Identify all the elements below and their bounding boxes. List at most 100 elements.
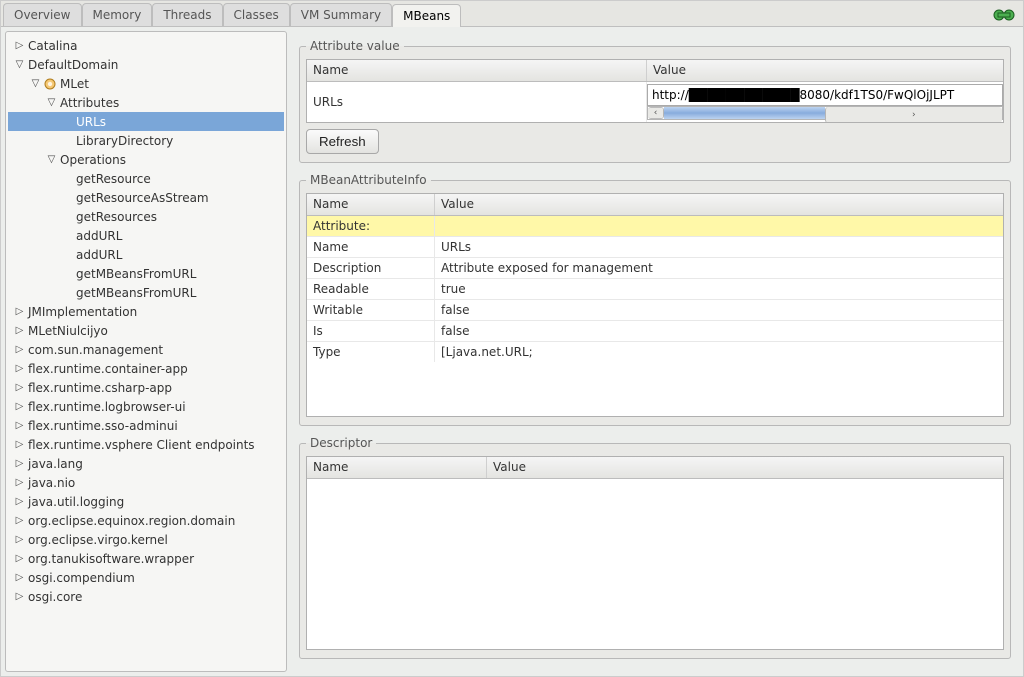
tree-node[interactable]: URLs <box>8 112 284 131</box>
tree-node[interactable]: ▷flex.runtime.vsphere Client endpoints <box>8 435 284 454</box>
tree-node[interactable]: ▷org.eclipse.equinox.region.domain <box>8 511 284 530</box>
chevron-right-icon[interactable]: ▷ <box>14 382 25 393</box>
chevron-right-icon[interactable]: ▷ <box>14 572 25 583</box>
tree-node[interactable]: getResourceAsStream <box>8 188 284 207</box>
tabs-bar: OverviewMemoryThreadsClassesVM SummaryMB… <box>1 1 1023 27</box>
tree-node[interactable]: ▷java.nio <box>8 473 284 492</box>
tree-node-label: flex.runtime.sso-adminui <box>27 419 178 433</box>
scrollbar-track[interactable] <box>664 107 825 119</box>
table-row[interactable]: Attribute: <box>307 216 1003 237</box>
tab-classes[interactable]: Classes <box>223 3 290 26</box>
table-row[interactable]: DescriptionAttribute exposed for managem… <box>307 258 1003 279</box>
tree-node[interactable]: addURL <box>8 226 284 245</box>
tree-node[interactable]: getResource <box>8 169 284 188</box>
mbeans-tree[interactable]: ▷Catalina▽DefaultDomain▽MLet▽AttributesU… <box>5 31 287 672</box>
tree-node[interactable]: ▷com.sun.management <box>8 340 284 359</box>
col-value-header[interactable]: Value <box>435 194 1003 215</box>
mbean-attribute-info-panel: MBeanAttributeInfo Name Value Attribute:… <box>299 173 1011 426</box>
tree-node[interactable]: ▷java.lang <box>8 454 284 473</box>
bean-icon <box>44 78 56 90</box>
chevron-down-icon[interactable]: ▽ <box>46 97 57 108</box>
tree-node[interactable]: ▽Operations <box>8 150 284 169</box>
tab-memory[interactable]: Memory <box>82 3 153 26</box>
tab-vm-summary[interactable]: VM Summary <box>290 3 392 26</box>
chevron-right-icon[interactable]: ▷ <box>14 325 25 336</box>
chevron-right-icon[interactable]: ▷ <box>14 534 25 545</box>
chevron-right-icon[interactable]: ▷ <box>14 553 25 564</box>
scroll-left-button[interactable]: ‹ <box>648 107 664 119</box>
chevron-right-icon[interactable]: ▷ <box>14 515 25 526</box>
tree-node[interactable]: ▷java.util.logging <box>8 492 284 511</box>
descriptor-panel: Descriptor Name Value <box>299 436 1011 659</box>
tree-node[interactable]: ▷flex.runtime.csharp-app <box>8 378 284 397</box>
tree-node[interactable]: ▷JMImplementation <box>8 302 284 321</box>
chevron-right-icon[interactable]: ▷ <box>14 477 25 488</box>
tree-node-label: MLet <box>59 77 89 91</box>
descriptor-legend: Descriptor <box>306 436 376 450</box>
chevron-right-icon[interactable]: ▷ <box>14 344 25 355</box>
col-name-header[interactable]: Name <box>307 194 435 215</box>
attr-value-cell[interactable]: ‹ › <box>647 82 1003 122</box>
tree-node[interactable]: ▷flex.runtime.logbrowser-ui <box>8 397 284 416</box>
tree-node[interactable]: getMBeansFromURL <box>8 264 284 283</box>
chevron-right-icon[interactable]: ▷ <box>14 306 25 317</box>
tree-node-label: DefaultDomain <box>27 58 118 72</box>
col-value-header[interactable]: Value <box>487 457 1003 478</box>
tree-node-label: java.nio <box>27 476 75 490</box>
chevron-down-icon[interactable]: ▽ <box>46 154 57 165</box>
tree-node[interactable]: ▷osgi.core <box>8 587 284 606</box>
tree-node[interactable]: ▷flex.runtime.sso-adminui <box>8 416 284 435</box>
url-input[interactable] <box>647 84 1003 106</box>
chevron-right-icon[interactable]: ▷ <box>14 401 25 412</box>
tree-node-label: flex.runtime.vsphere Client endpoints <box>27 438 255 452</box>
table-row[interactable]: URLs ‹ › <box>307 82 1003 122</box>
tree-node[interactable]: getResources <box>8 207 284 226</box>
tab-mbeans[interactable]: MBeans <box>392 4 461 27</box>
tree-node[interactable]: getMBeansFromURL <box>8 283 284 302</box>
tree-node-label: org.eclipse.virgo.kernel <box>27 533 168 547</box>
table-row[interactable]: NameURLs <box>307 237 1003 258</box>
scroll-right-button[interactable]: › <box>825 107 1003 122</box>
col-name-header[interactable]: Name <box>307 60 647 81</box>
attribute-value-table: Name Value URLs <box>306 59 1004 123</box>
tree-node[interactable]: addURL <box>8 245 284 264</box>
chevron-down-icon[interactable]: ▽ <box>30 78 41 89</box>
horizontal-scrollbar[interactable]: ‹ › <box>647 106 1003 120</box>
tree-node[interactable]: ▷osgi.compendium <box>8 568 284 587</box>
chevron-right-icon[interactable]: ▷ <box>14 496 25 507</box>
col-value-header[interactable]: Value <box>647 60 1003 81</box>
tree-node[interactable]: ▷org.eclipse.virgo.kernel <box>8 530 284 549</box>
tree-node[interactable]: ▷MLetNiulcijyo <box>8 321 284 340</box>
tree-node[interactable]: ▽DefaultDomain <box>8 55 284 74</box>
tree-node-label: flex.runtime.logbrowser-ui <box>27 400 186 414</box>
col-name-header[interactable]: Name <box>307 457 487 478</box>
table-row[interactable]: Type[Ljava.net.URL; <box>307 342 1003 362</box>
chevron-right-icon[interactable]: ▷ <box>14 40 25 51</box>
info-value-cell: false <box>435 300 1003 320</box>
chevron-right-icon[interactable]: ▷ <box>14 458 25 469</box>
chevron-right-icon[interactable]: ▷ <box>14 363 25 374</box>
tree-node[interactable]: ▷org.tanukisoftware.wrapper <box>8 549 284 568</box>
tree-node[interactable]: ▽Attributes <box>8 93 284 112</box>
chevron-right-icon[interactable]: ▷ <box>14 420 25 431</box>
tree-node-label: osgi.compendium <box>27 571 135 585</box>
tree-node-label: getMBeansFromURL <box>75 267 196 281</box>
tree-node[interactable]: ▷Catalina <box>8 36 284 55</box>
tree-node-label: getResourceAsStream <box>75 191 209 205</box>
chevron-right-icon[interactable]: ▷ <box>14 591 25 602</box>
chevron-down-icon[interactable]: ▽ <box>14 59 25 70</box>
tab-overview[interactable]: Overview <box>3 3 82 26</box>
tree-node[interactable]: LibraryDirectory <box>8 131 284 150</box>
table-row[interactable]: Isfalse <box>307 321 1003 342</box>
tab-threads[interactable]: Threads <box>152 3 222 26</box>
chevron-right-icon[interactable]: ▷ <box>14 439 25 450</box>
tree-node[interactable]: ▽ MLet <box>8 74 284 93</box>
refresh-button[interactable]: Refresh <box>306 129 379 154</box>
info-name-cell: Is <box>307 321 435 341</box>
tree-node[interactable]: ▷flex.runtime.container-app <box>8 359 284 378</box>
mbean-attribute-info-legend: MBeanAttributeInfo <box>306 173 431 187</box>
info-name-cell: Writable <box>307 300 435 320</box>
table-row[interactable]: Writablefalse <box>307 300 1003 321</box>
table-row[interactable]: Readabletrue <box>307 279 1003 300</box>
tree-node-label: addURL <box>75 248 122 262</box>
